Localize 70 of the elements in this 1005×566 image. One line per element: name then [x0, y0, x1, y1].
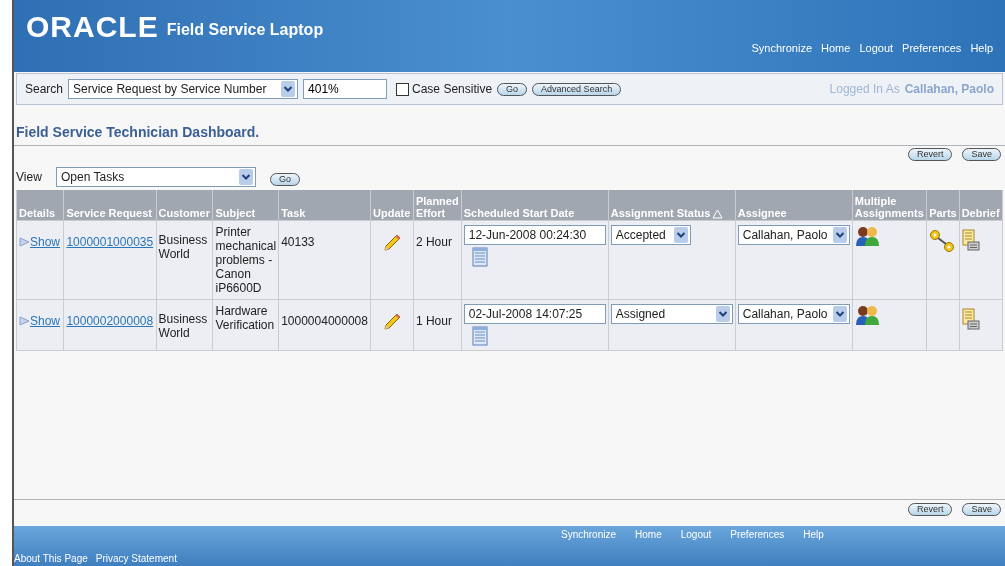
footer-link[interactable]: Logout: [680, 527, 712, 542]
user-name: Callahan, Paolo: [904, 81, 994, 98]
view-label: View: [16, 169, 43, 186]
header-link[interactable]: Synchronize: [751, 40, 813, 57]
footer-link[interactable]: Home: [635, 527, 662, 542]
status-select[interactable]: Accepted: [610, 224, 691, 245]
footer-link[interactable]: Privacy Statement: [95, 551, 177, 566]
column-header: Parts: [926, 190, 960, 220]
revert-button[interactable]: Revert: [907, 148, 953, 161]
save-button[interactable]: Save: [962, 503, 1001, 516]
advanced-search-button[interactable]: Advanced Search: [532, 82, 622, 96]
search-type-select[interactable]: Service Request by Service Number: [68, 79, 299, 99]
status-select[interactable]: Assigned: [610, 303, 733, 324]
table-cell: Business World: [156, 299, 213, 350]
revert-button[interactable]: Revert: [907, 503, 953, 516]
go-button[interactable]: Go: [270, 173, 300, 186]
pencil-icon[interactable]: [381, 232, 402, 253]
footer-link[interactable]: Synchronize: [561, 527, 617, 542]
people-icon[interactable]: [854, 303, 881, 326]
column-header: Task: [278, 190, 371, 220]
table-cell: 1000004000008: [278, 299, 371, 350]
table-cell: Printer mechanical problems - Canon iP6600D: [213, 220, 279, 299]
footer-link[interactable]: About This Page: [14, 551, 88, 566]
assignee-select[interactable]: Callahan, Paolo: [737, 224, 850, 245]
table-cell: 2 Hour: [413, 220, 462, 299]
column-header: Service Request: [63, 190, 157, 220]
header-link[interactable]: Logout: [859, 40, 894, 57]
case-sensitive-checkbox[interactable]: [396, 82, 410, 96]
date-input[interactable]: 12-Jun-2008 00:24:30: [463, 224, 606, 245]
search-label: Search: [25, 81, 64, 98]
oracle-logo: ORACLE: [26, 12, 159, 42]
column-header[interactable]: Assignment Status: [608, 190, 736, 220]
case-sensitive-label: Case Sensitive: [412, 81, 493, 98]
column-header: Details: [16, 190, 64, 220]
footer-link[interactable]: Preferences: [730, 527, 785, 542]
show-link[interactable]: Show: [19, 232, 61, 251]
assignee-select[interactable]: Callahan, Paolo: [737, 303, 850, 324]
header-link[interactable]: Help: [970, 40, 993, 57]
column-header: Multiple Assignments: [852, 190, 927, 220]
table-cell: Hardware Verification: [213, 299, 279, 350]
column-header: Subject: [213, 190, 279, 220]
notepad-icon[interactable]: [961, 228, 980, 251]
column-header: Scheduled Start Date: [461, 190, 609, 220]
page-title: Field Service Technician Dashboard.: [16, 124, 260, 140]
table-cell: 1 Hour: [413, 299, 462, 350]
header-link[interactable]: Home: [821, 40, 851, 57]
column-header: Debrief: [959, 190, 1003, 220]
expand-arrow-icon: [19, 236, 30, 247]
logged-in-label: Logged In As: [829, 81, 900, 98]
service-request-link[interactable]: 1000002000008: [66, 311, 154, 330]
show-link[interactable]: Show: [19, 311, 61, 330]
column-header: Customer: [156, 190, 213, 220]
date-input[interactable]: 02-Jul-2008 14:07:25: [463, 303, 606, 324]
save-button[interactable]: Save: [962, 148, 1001, 161]
search-input[interactable]: 401%: [303, 79, 388, 99]
table-cell: 40133: [278, 220, 371, 299]
header-link[interactable]: Preferences: [902, 40, 962, 57]
people-icon[interactable]: [854, 224, 881, 247]
column-header: Assignee: [735, 190, 853, 220]
expand-arrow-icon: [19, 315, 30, 326]
column-header: Planned Effort: [413, 190, 462, 220]
notepad-icon[interactable]: [961, 307, 980, 330]
go-button[interactable]: Go: [497, 82, 528, 96]
pencil-icon[interactable]: [381, 311, 402, 332]
column-header: Update: [370, 190, 414, 220]
service-request-link[interactable]: 1000001000035: [66, 232, 154, 251]
view-select[interactable]: Open Tasks: [56, 167, 256, 187]
table-cell: Business World: [156, 220, 213, 299]
footer-link[interactable]: Help: [803, 527, 824, 542]
product-name: Field Service Laptop: [166, 20, 324, 40]
